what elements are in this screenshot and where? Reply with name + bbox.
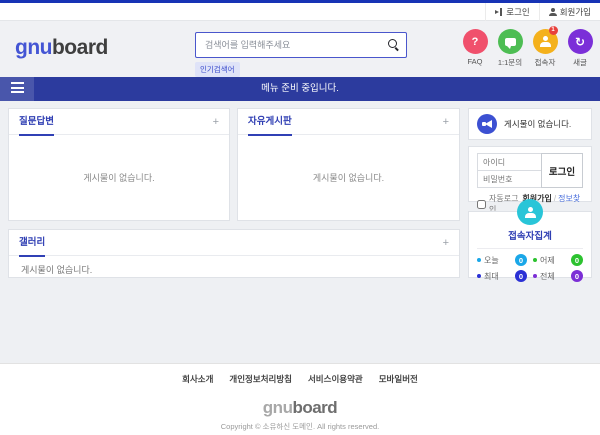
new-posts-label: 새글 xyxy=(565,57,595,68)
logo-board: board xyxy=(52,36,108,59)
popular-search-badge[interactable]: 인기검색어 xyxy=(195,62,240,77)
visitors-person-icon: 1 xyxy=(533,29,558,54)
footer-link-terms[interactable]: 서비스이용약관 xyxy=(308,373,363,385)
qa-expand-plus-icon[interactable]: + xyxy=(213,109,219,135)
menu-placeholder-message: 메뉴 준비 중입니다. xyxy=(0,77,600,101)
bullet-dot xyxy=(533,258,537,262)
login-label: 로그인 xyxy=(506,6,529,18)
visitors-count-badge: 1 xyxy=(549,26,558,35)
site-header: gnuboard 인기검색어 ? FAQ 1:1문의 xyxy=(0,21,600,77)
chat-bubble-icon xyxy=(498,29,523,54)
footer-link-mobile[interactable]: 모바일버전 xyxy=(379,373,418,385)
qa-panel-header: 질문답변 + xyxy=(9,109,229,135)
gallery-panel-header: 갤러리 + xyxy=(9,230,459,256)
bullet-dot xyxy=(533,274,537,278)
gallery-expand-plus-icon[interactable]: + xyxy=(443,230,449,256)
question-glyph: ? xyxy=(472,36,479,48)
signup-person-icon xyxy=(549,8,557,16)
top-utility-bar: 로그인 회원가입 xyxy=(0,3,600,21)
stat-today-value: 0 xyxy=(515,254,527,266)
free-empty-message: 게시물이 없습니다. xyxy=(238,135,459,220)
footer-link-privacy[interactable]: 개인정보처리방침 xyxy=(229,373,292,385)
search-input[interactable] xyxy=(195,32,407,58)
login-submit-button[interactable]: 로그인 xyxy=(541,153,583,188)
login-icon xyxy=(495,8,503,16)
hamburger-menu-button[interactable] xyxy=(0,77,34,101)
free-board-title[interactable]: 자유게시판 xyxy=(248,109,292,135)
visitor-stats-icon xyxy=(517,199,543,225)
gallery-board-panel: 갤러리 + 게시물이 없습니다. xyxy=(8,229,460,278)
signup-label: 회원가입 xyxy=(560,6,591,18)
sidebar-login-widget: 로그인 자동로그인 회원가입/정보찾기 xyxy=(468,146,592,202)
signup-link[interactable]: 회원가입 xyxy=(539,3,600,21)
new-posts-refresh-icon: ↻ xyxy=(568,29,593,54)
logo-gnu: gnu xyxy=(15,36,52,59)
stat-yesterday: 어제 0 xyxy=(533,254,583,266)
footer-logo: gnuboard xyxy=(0,398,600,418)
stat-today: 오늘 0 xyxy=(477,254,527,266)
hamburger-icon xyxy=(11,82,24,84)
footer-links: 회사소개 개인정보처리방침 서비스이용약관 모바일버전 xyxy=(0,373,600,385)
qa-board-title[interactable]: 질문답변 xyxy=(19,109,54,135)
search-button[interactable] xyxy=(387,38,401,52)
main-menu-bar: 메뉴 준비 중입니다. xyxy=(0,77,600,101)
stat-total: 전체 0 xyxy=(533,270,583,282)
bullet-dot xyxy=(477,274,481,278)
qa-empty-message: 게시물이 없습니다. xyxy=(9,135,229,220)
stat-max: 최대 0 xyxy=(477,270,527,282)
visitors-label: 접속자 xyxy=(530,57,560,68)
megaphone-icon xyxy=(477,114,497,134)
page: 로그인 회원가입 gnuboard 인기검색어 ? FAQ xyxy=(0,0,600,435)
stat-yesterday-value: 0 xyxy=(571,254,583,266)
faq-icon: ? xyxy=(463,29,488,54)
footer-link-company[interactable]: 회사소개 xyxy=(182,373,213,385)
free-board-panel: 자유게시판 + 게시물이 없습니다. xyxy=(237,108,460,221)
gallery-board-title[interactable]: 갤러리 xyxy=(19,230,45,256)
quick-icon-group: ? FAQ 1:1문의 1 접속자 ↻ 새 xyxy=(460,29,595,68)
notice-empty-message: 게시물이 없습니다. xyxy=(504,118,571,130)
new-posts-button[interactable]: ↻ 새글 xyxy=(565,29,595,68)
visitor-stats-grid: 오늘 0 어제 0 최대 0 전체 xyxy=(469,249,591,282)
free-expand-plus-icon[interactable]: + xyxy=(443,109,449,135)
inquiry-button[interactable]: 1:1문의 xyxy=(495,29,525,68)
search-area xyxy=(195,32,407,58)
free-panel-header: 자유게시판 + xyxy=(238,109,459,135)
visitor-stats-title: 접속자집계 xyxy=(469,228,591,242)
search-icon xyxy=(388,39,400,51)
bullet-dot xyxy=(477,258,481,262)
gallery-empty-message: 게시물이 없습니다. xyxy=(9,256,459,283)
login-link[interactable]: 로그인 xyxy=(485,3,538,21)
copyright-text: Copyright © 소유하신 도메인. All rights reserve… xyxy=(0,421,600,432)
visitor-stats-widget: 접속자집계 오늘 0 어제 0 최대 xyxy=(468,211,592,278)
site-footer: 회사소개 개인정보처리방침 서비스이용약관 모바일버전 gnuboard Cop… xyxy=(0,363,600,435)
qa-board-panel: 질문답변 + 게시물이 없습니다. xyxy=(8,108,230,221)
stat-max-value: 0 xyxy=(515,270,527,282)
link-separator: / xyxy=(554,194,556,203)
faq-label: FAQ xyxy=(460,57,490,66)
site-logo[interactable]: gnuboard xyxy=(15,36,108,60)
visitors-button[interactable]: 1 접속자 xyxy=(530,29,560,68)
login-id-input[interactable] xyxy=(477,153,542,171)
faq-button[interactable]: ? FAQ xyxy=(460,29,490,68)
inquiry-label: 1:1문의 xyxy=(495,57,525,68)
login-password-input[interactable] xyxy=(477,170,542,188)
auto-login-checkbox[interactable] xyxy=(477,200,486,209)
stat-total-value: 0 xyxy=(571,270,583,282)
sidebar-notice-widget: 게시물이 없습니다. xyxy=(468,108,592,140)
